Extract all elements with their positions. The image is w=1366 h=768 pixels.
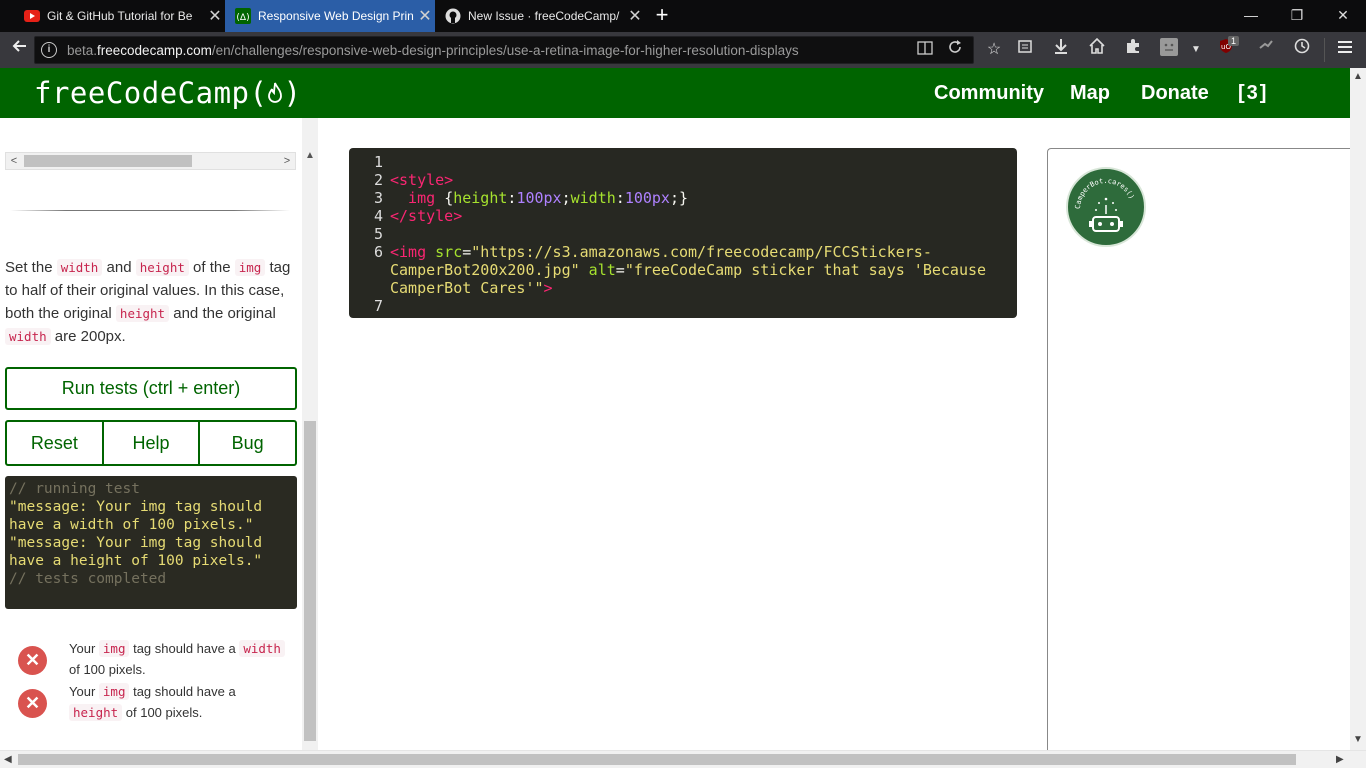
line-number: 5 <box>373 225 383 243</box>
url-bar[interactable]: i beta.freecodecamp.com/en/challenges/re… <box>34 36 974 64</box>
code-content[interactable]: <style> img {height:100px;width:100px;} … <box>390 153 1000 315</box>
bug-button[interactable]: Bug <box>198 422 295 464</box>
test-result-item: ✕ Your img tag should have a width of 10… <box>18 638 298 680</box>
fail-x-icon: ✕ <box>18 689 47 718</box>
reload-icon[interactable] <box>943 39 967 63</box>
tab-responsive-web-design[interactable]: (ᐃ) Responsive Web Design Prin ✕ <box>225 0 435 32</box>
tab-title: New Issue · freeCodeCamp/ <box>468 9 620 23</box>
scroll-down-icon[interactable]: ▼ <box>1353 734 1363 745</box>
output-line: "message: Your img tag should have a hei… <box>9 535 263 569</box>
nav-community[interactable]: Community <box>934 82 1044 105</box>
scroll-left-icon[interactable]: < <box>6 153 22 169</box>
challenge-panel: < > Set the width and height of the img … <box>0 118 320 750</box>
svg-text:(ᐃ): (ᐃ) <box>236 13 249 23</box>
scroll-right-icon[interactable]: ▶ <box>1336 754 1344 765</box>
preview-pane: CamperBot.cares() <box>1047 148 1352 750</box>
history-clock-icon[interactable] <box>1290 38 1314 62</box>
left-panel-vertical-scrollbar[interactable]: ▲ <box>302 118 318 750</box>
challenge-description: Set the width and height of the img tag … <box>5 259 291 345</box>
reader-view-icon[interactable] <box>913 39 937 63</box>
url-text: beta.freecodecamp.com/en/challenges/resp… <box>67 43 799 58</box>
run-tests-button[interactable]: Run tests (ctrl + enter) <box>5 367 297 410</box>
nav-donate[interactable]: Donate <box>1141 82 1209 105</box>
tab-youtube[interactable]: Git & GitHub Tutorial for Be ✕ <box>14 0 225 32</box>
action-button-group: Reset Help Bug <box>5 420 297 466</box>
page-vertical-scrollbar[interactable]: ▲ ▼ <box>1350 68 1366 750</box>
line-number: 2 <box>373 171 383 189</box>
back-arrow-icon[interactable] <box>8 38 32 62</box>
info-icon[interactable]: i <box>41 42 57 58</box>
line-number: 3 <box>373 189 383 207</box>
code-line: <img src="https://s3.amazonaws.com/freec… <box>390 243 996 297</box>
bookmark-star-icon[interactable]: ☆ <box>982 38 1006 62</box>
code-line: <style> <box>390 171 454 189</box>
svg-text:CamperBot.cares(): CamperBot.cares() <box>1074 177 1136 209</box>
scroll-thumb[interactable] <box>24 155 192 167</box>
code-editor[interactable]: 1 2 3 4 5 6 7 <style> img {height:100px;… <box>349 148 1017 318</box>
tab-github-issue[interactable]: New Issue · freeCodeCamp/ ✕ <box>435 0 645 32</box>
test-output-console: // running test "message: Your img tag s… <box>5 476 297 609</box>
close-tab-icon[interactable]: ✕ <box>205 6 225 26</box>
screenshot-icon[interactable] <box>1254 38 1278 62</box>
navigation-bar: i beta.freecodecamp.com/en/challenges/re… <box>0 32 1366 68</box>
code-line: </style> <box>390 207 463 225</box>
scroll-thumb[interactable] <box>18 754 1296 765</box>
new-tab-button[interactable]: + <box>650 3 674 29</box>
freecodecamp-icon: (ᐃ) <box>235 8 251 24</box>
browser-tab-bar: Git & GitHub Tutorial for Be ✕ (ᐃ) Respo… <box>0 0 1366 32</box>
hamburger-menu-icon[interactable] <box>1333 38 1357 62</box>
test-description: Your img tag should have a height of 100… <box>69 683 236 721</box>
code-line: img {height:100px;width:100px;} <box>390 189 689 207</box>
github-icon <box>445 8 461 24</box>
scroll-right-icon[interactable]: > <box>279 153 295 169</box>
scroll-thumb[interactable] <box>304 421 316 741</box>
separator <box>1324 38 1325 62</box>
line-number: 6 <box>373 243 383 261</box>
freecodecamp-logo[interactable]: freeCodeCamp() <box>34 76 301 110</box>
ublock-badge: 1 <box>1228 36 1240 46</box>
scroll-up-icon[interactable]: ▲ <box>1353 71 1363 82</box>
youtube-icon <box>24 8 40 24</box>
test-result-item: ✕ Your img tag should have a height of 1… <box>18 681 298 723</box>
camperbot-sticker-image: CamperBot.cares() <box>1066 167 1146 247</box>
download-icon[interactable] <box>1049 38 1073 62</box>
page-horizontal-scrollbar[interactable]: ◀ ▶ <box>0 750 1366 768</box>
tab-title: Responsive Web Design Prin <box>258 9 414 23</box>
reset-button[interactable]: Reset <box>7 422 102 464</box>
line-number: 7 <box>373 297 383 315</box>
home-icon[interactable] <box>1085 37 1109 62</box>
output-line: // running test <box>9 481 140 497</box>
output-line: // tests completed <box>9 571 167 587</box>
nav-map[interactable]: Map <box>1070 82 1110 105</box>
test-description: Your img tag should have a width of 100 … <box>69 638 289 680</box>
minimize-button[interactable]: — <box>1228 0 1274 32</box>
help-button[interactable]: Help <box>101 422 199 464</box>
restore-button[interactable]: ❐ <box>1274 0 1320 32</box>
nav-points[interactable]: [3] <box>1238 82 1268 105</box>
site-header: freeCodeCamp() Community Map Donate [3] <box>0 68 1350 118</box>
horizontal-scrollbar[interactable]: < > <box>5 152 296 170</box>
line-number: 1 <box>373 153 383 171</box>
library-icon[interactable] <box>1013 38 1037 62</box>
close-tab-icon[interactable]: ✕ <box>625 6 645 26</box>
divider <box>10 210 290 211</box>
scroll-left-icon[interactable]: ◀ <box>4 754 12 765</box>
chevron-down-icon[interactable]: ▼ <box>1184 38 1208 62</box>
fail-x-icon: ✕ <box>18 646 47 675</box>
flame-icon <box>268 82 283 103</box>
extension-icon[interactable] <box>1121 38 1145 62</box>
output-line: "message: Your img tag should have a wid… <box>9 499 263 533</box>
close-tab-icon[interactable]: ✕ <box>415 6 435 26</box>
close-window-button[interactable]: ✕ <box>1320 0 1366 32</box>
line-number: 4 <box>373 207 383 225</box>
scroll-up-icon[interactable]: ▲ <box>302 148 318 164</box>
line-number-gutter: 1 2 3 4 5 6 7 <box>349 153 383 315</box>
profile-icon[interactable] <box>1157 38 1181 62</box>
tab-title: Git & GitHub Tutorial for Be <box>47 9 193 23</box>
